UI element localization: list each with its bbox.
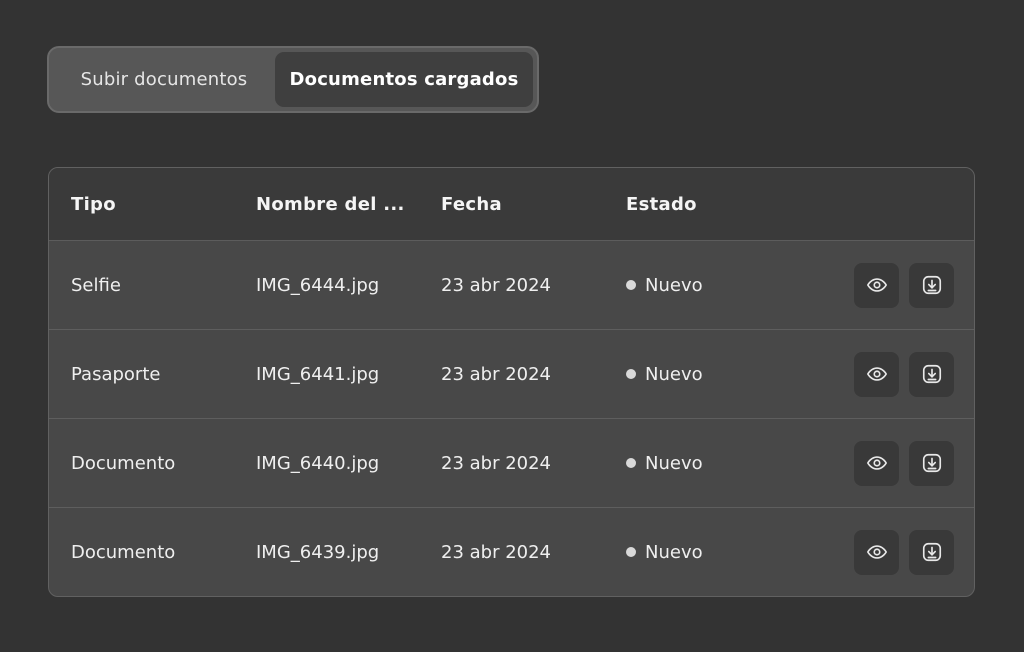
view-button[interactable] [854,351,899,397]
cell-estado: Nuevo [626,275,703,296]
cell-tipo: Documento [71,541,176,563]
eye-icon [866,456,887,470]
status-dot [626,547,636,557]
download-icon [922,453,941,473]
cell-estado: Nuevo [626,453,703,474]
tab-loaded-documents[interactable]: Documentos cargados [275,52,533,107]
row-actions [854,529,954,575]
view-button[interactable] [854,529,899,575]
table-row: Documento IMG_6440.jpg 23 abr 2024 Nuevo [49,419,974,508]
cell-nombre: IMG_6441.jpg [256,363,380,385]
tab-switcher: Subir documentos Documentos cargados [47,46,539,113]
download-icon [922,542,941,562]
eye-icon [866,545,887,559]
cell-tipo: Pasaporte [71,363,161,385]
cell-nombre: IMG_6444.jpg [256,274,380,296]
status-label: Nuevo [645,452,703,474]
header-fecha: Fecha [441,194,502,215]
eye-icon [866,367,887,381]
documents-table: Tipo Nombre del ... Fecha Estado Selfie … [48,167,975,597]
cell-fecha: 23 abr 2024 [441,541,552,563]
tab-upload-documents[interactable]: Subir documentos [53,52,275,107]
view-button[interactable] [854,262,899,308]
cell-nombre: IMG_6440.jpg [256,452,380,474]
cell-tipo: Documento [71,452,176,474]
cell-tipo: Selfie [71,274,121,296]
header-nombre: Nombre del ... [256,194,405,215]
cell-estado: Nuevo [626,542,703,563]
row-actions [854,262,954,308]
status-label: Nuevo [645,363,703,385]
status-label: Nuevo [645,541,703,563]
status-dot [626,458,636,468]
status-dot [626,280,636,290]
row-actions [854,351,954,397]
status-dot [626,369,636,379]
cell-fecha: 23 abr 2024 [441,363,552,385]
table-header: Tipo Nombre del ... Fecha Estado [49,168,974,241]
status-label: Nuevo [645,274,703,296]
download-button[interactable] [909,440,954,486]
download-icon [922,275,941,295]
row-actions [854,440,954,486]
download-button[interactable] [909,529,954,575]
eye-icon [866,278,887,292]
download-button[interactable] [909,351,954,397]
header-estado: Estado [626,194,697,215]
header-tipo: Tipo [71,194,116,215]
table-row: Documento IMG_6439.jpg 23 abr 2024 Nuevo [49,508,974,596]
table-row: Pasaporte IMG_6441.jpg 23 abr 2024 Nuevo [49,330,974,419]
cell-nombre: IMG_6439.jpg [256,541,380,563]
download-button[interactable] [909,262,954,308]
download-icon [922,364,941,384]
cell-fecha: 23 abr 2024 [441,452,552,474]
table-row: Selfie IMG_6444.jpg 23 abr 2024 Nuevo [49,241,974,330]
view-button[interactable] [854,440,899,486]
cell-fecha: 23 abr 2024 [441,274,552,296]
cell-estado: Nuevo [626,364,703,385]
